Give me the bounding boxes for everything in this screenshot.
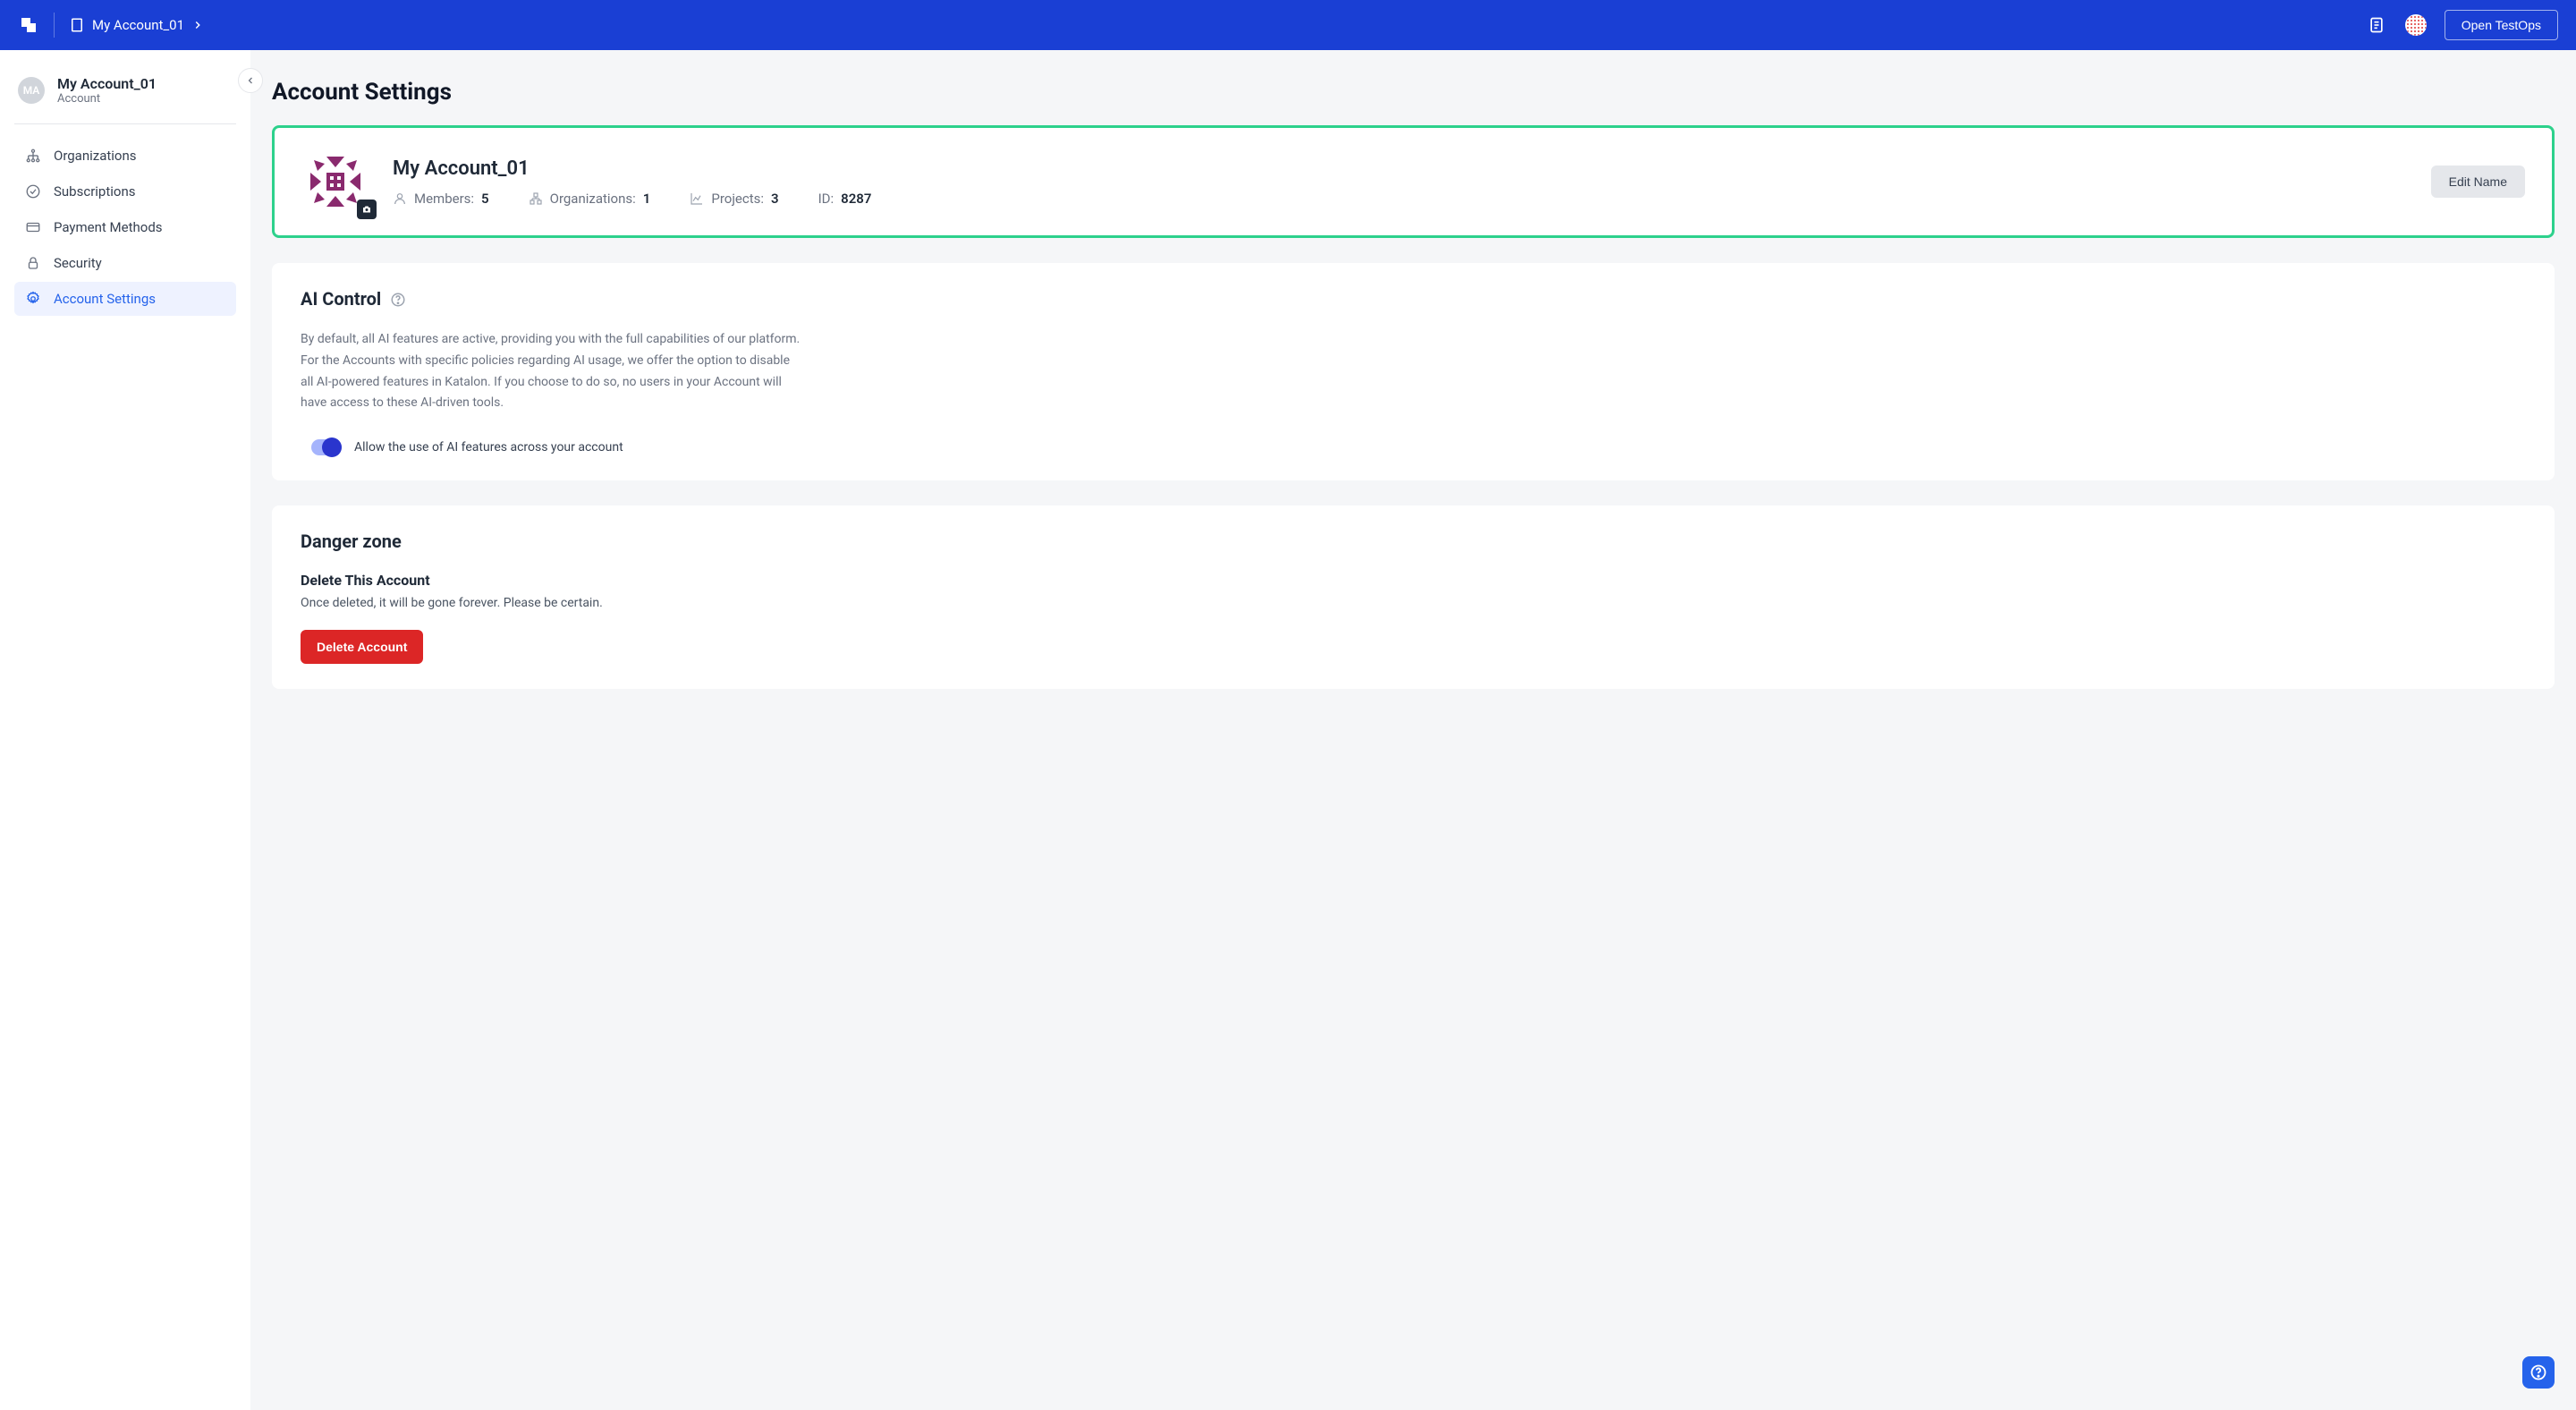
ai-control-title: AI Control (301, 288, 2526, 310)
stat-label: ID: (818, 191, 835, 207)
stat-value: 8287 (841, 191, 871, 207)
check-circle-icon (25, 183, 41, 200)
sidebar-subtitle: Account (57, 92, 157, 106)
ai-toggle-row: Allow the use of AI features across your… (301, 439, 2526, 455)
sidebar-item-organizations[interactable]: Organizations (14, 139, 236, 173)
sidebar-item-security[interactable]: Security (14, 246, 236, 280)
sidebar-header: MA My Account_01 Account (14, 75, 236, 124)
account-summary-card: My Account_01 Members: 5 (272, 125, 2555, 238)
stats-row: Members: 5 Organizations: 1 (393, 191, 2408, 207)
lock-icon (25, 255, 41, 271)
chevron-right-icon (191, 19, 204, 31)
header-actions: Open TestOps (2366, 10, 2558, 40)
stat-value: 5 (481, 191, 489, 207)
docs-icon[interactable] (2366, 14, 2387, 36)
stat-label: Members: (414, 191, 474, 207)
sidebar-item-account-settings[interactable]: Account Settings (14, 282, 236, 316)
stat-projects: Projects: 3 (690, 191, 778, 207)
stat-label: Organizations: (550, 191, 636, 207)
sidebar-title: My Account_01 (57, 75, 157, 92)
ai-features-toggle[interactable] (311, 439, 342, 455)
app-logo[interactable] (18, 14, 39, 36)
sidebar-nav: Organizations Subscriptions Payment Meth… (14, 139, 236, 316)
stat-value: 3 (771, 191, 779, 207)
stat-id: ID: 8287 (818, 191, 872, 207)
sidebar-item-subscriptions[interactable]: Subscriptions (14, 174, 236, 208)
sidebar-item-label: Account Settings (54, 291, 156, 307)
change-avatar-button[interactable] (357, 200, 377, 219)
chart-icon (690, 191, 704, 206)
breadcrumb[interactable]: My Account_01 (69, 17, 204, 33)
ai-control-title-text: AI Control (301, 288, 381, 310)
ai-control-description: By default, all AI features are active, … (301, 329, 801, 414)
header-divider (54, 13, 55, 38)
org-icon (529, 191, 543, 206)
danger-zone-card: Danger zone Delete This Account Once del… (272, 505, 2555, 689)
stat-value: 1 (643, 191, 651, 207)
sidebar: MA My Account_01 Account Organizations S… (0, 50, 250, 1410)
delete-account-description: Once deleted, it will be gone forever. P… (301, 596, 2526, 610)
ai-toggle-label: Allow the use of AI features across your… (354, 440, 623, 454)
help-widget-button[interactable] (2522, 1356, 2555, 1389)
page-title: Account Settings (272, 79, 2555, 106)
edit-name-button[interactable]: Edit Name (2431, 166, 2525, 198)
sidebar-item-label: Subscriptions (54, 183, 135, 200)
account-avatar-initials: MA (18, 77, 45, 104)
user-avatar[interactable] (2405, 14, 2427, 36)
delete-account-subtitle: Delete This Account (301, 572, 2526, 589)
top-header: My Account_01 Open TestOps (0, 0, 2576, 50)
help-circle-icon[interactable] (390, 291, 406, 307)
breadcrumb-text: My Account_01 (92, 17, 184, 33)
sidebar-item-label: Payment Methods (54, 219, 163, 235)
sidebar-item-label: Organizations (54, 148, 137, 164)
stat-members: Members: 5 (393, 191, 489, 207)
delete-account-button[interactable]: Delete Account (301, 630, 423, 664)
collapse-sidebar-button[interactable] (238, 68, 263, 93)
credit-card-icon (25, 219, 41, 235)
ai-control-card: AI Control By default, all AI features a… (272, 263, 2555, 480)
main-content: Account Settings (250, 50, 2576, 1410)
stat-organizations: Organizations: 1 (529, 191, 651, 207)
sidebar-item-payment[interactable]: Payment Methods (14, 210, 236, 244)
user-icon (393, 191, 407, 206)
danger-zone-title: Danger zone (301, 531, 2526, 552)
gear-icon (25, 291, 41, 307)
stat-label: Projects: (711, 191, 764, 207)
building-icon (69, 17, 85, 33)
sidebar-item-label: Security (54, 255, 102, 271)
account-identicon (301, 148, 369, 216)
account-name: My Account_01 (393, 157, 2408, 180)
sitemap-icon (25, 148, 41, 164)
open-testops-button[interactable]: Open TestOps (2445, 10, 2558, 40)
